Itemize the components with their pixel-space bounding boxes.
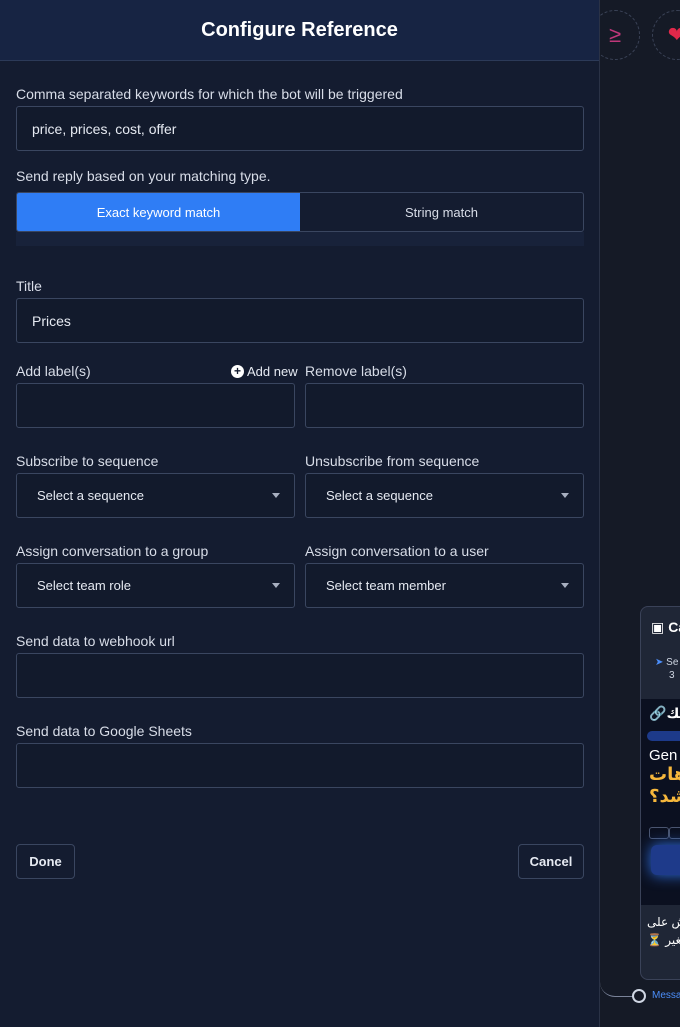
- unsubscribe-sequence-select[interactable]: Select a sequence: [305, 473, 584, 518]
- message-port[interactable]: [632, 989, 646, 1003]
- cancel-button[interactable]: Cancel: [518, 844, 584, 879]
- add-new-label-button[interactable]: + Add new: [231, 364, 298, 379]
- image-pill: [647, 731, 680, 741]
- node-caption: ش على ⏳ تغير: [641, 905, 680, 949]
- chevron-down-icon: [561, 583, 569, 588]
- assign-group-value: Select team role: [37, 578, 131, 593]
- matching-type-toggle: Exact keyword match String match: [16, 192, 584, 232]
- caption-line-2: ⏳ تغير: [647, 933, 680, 947]
- node-image: 🔗الك Gen هات شد؟: [641, 699, 680, 905]
- image-phone-graphic: [651, 845, 680, 875]
- contact-card-icon: ▣: [651, 618, 665, 635]
- string-match-button[interactable]: String match: [300, 193, 583, 231]
- assign-user-label: Assign conversation to a user: [305, 543, 489, 559]
- remove-labels-label: Remove label(s): [305, 363, 407, 379]
- flow-node-card[interactable]: ▣ Ca ➤ Se 3 🔗الك Gen هات شد؟ ش على ⏳ تغي…: [640, 606, 680, 980]
- unsubscribe-sequence-value: Select a sequence: [326, 488, 433, 503]
- message-port-label: Messag: [652, 990, 680, 1001]
- remove-labels-input[interactable]: [305, 383, 584, 428]
- chevron-down-icon: [561, 493, 569, 498]
- modal-header: Configure Reference: [0, 0, 599, 61]
- subscribe-sequence-value: Select a sequence: [37, 488, 144, 503]
- add-new-text: Add new: [247, 364, 298, 379]
- done-button[interactable]: Done: [16, 844, 75, 879]
- subscribe-sequence-label: Subscribe to sequence: [16, 453, 159, 469]
- assign-user-select[interactable]: Select team member: [305, 563, 584, 608]
- title-input[interactable]: Prices: [16, 298, 584, 343]
- title-value: Prices: [32, 312, 71, 329]
- sent-label: Se: [666, 657, 679, 668]
- add-labels-label: Add label(s): [16, 363, 91, 379]
- chevron-down-icon: [272, 583, 280, 588]
- caption-line-1: ش على: [647, 915, 680, 929]
- exact-keyword-match-button[interactable]: Exact keyword match: [17, 193, 300, 231]
- keywords-value: price, prices, cost, offer: [32, 120, 177, 137]
- image-text-3: هات شد؟: [649, 764, 680, 806]
- image-chip-2: [669, 827, 680, 839]
- plus-circle-icon: +: [231, 365, 244, 378]
- assign-user-value: Select team member: [326, 578, 446, 593]
- image-text-1: الك: [666, 705, 680, 721]
- heart-icon: ❤: [667, 22, 680, 47]
- matching-type-label: Send reply based on your matching type.: [16, 168, 271, 184]
- send-icon: ➤: [655, 657, 664, 668]
- greater-equal-icon: ≥: [608, 22, 622, 47]
- node-header: ▣ Ca: [641, 607, 680, 647]
- webhook-url-input[interactable]: [16, 653, 584, 698]
- link-icon: 🔗: [649, 705, 667, 721]
- node-stats: ➤ Se 3: [641, 647, 680, 699]
- image-text-2: Gen: [649, 747, 678, 764]
- node-title: Ca: [668, 619, 680, 635]
- image-chip-1: [649, 827, 669, 839]
- google-sheets-label: Send data to Google Sheets: [16, 723, 192, 739]
- matching-type-divider: [16, 232, 584, 246]
- chevron-down-icon: [272, 493, 280, 498]
- keywords-label: Comma separated keywords for which the b…: [16, 86, 403, 102]
- google-sheets-input[interactable]: [16, 743, 584, 788]
- assign-group-select[interactable]: Select team role: [16, 563, 295, 608]
- subscribe-sequence-select[interactable]: Select a sequence: [16, 473, 295, 518]
- keywords-input[interactable]: price, prices, cost, offer: [16, 106, 584, 151]
- sent-count: 3: [669, 670, 675, 681]
- assign-group-label: Assign conversation to a group: [16, 543, 209, 559]
- modal-title: Configure Reference: [201, 18, 398, 41]
- configure-reference-modal: Configure Reference Comma separated keyw…: [0, 0, 600, 1027]
- webhook-label: Send data to webhook url: [16, 633, 175, 649]
- add-labels-input[interactable]: [16, 383, 295, 428]
- unsubscribe-sequence-label: Unsubscribe from sequence: [305, 453, 480, 469]
- title-label: Title: [16, 278, 42, 294]
